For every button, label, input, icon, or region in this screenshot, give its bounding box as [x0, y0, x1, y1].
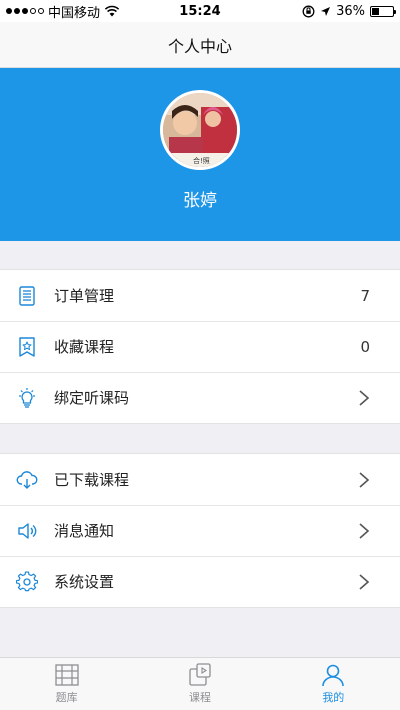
battery-percent: 36% [336, 3, 365, 19]
person-icon [319, 663, 347, 687]
signal-strength-icon [6, 8, 44, 14]
downloaded-courses-label: 已下载课程 [54, 471, 130, 489]
favorite-courses-label: 收藏课程 [54, 338, 115, 356]
chevron-right-icon [359, 389, 370, 406]
bind-course-code-label: 绑定听课码 [54, 389, 130, 407]
tab-label: 我的 [322, 691, 345, 704]
tab-label: 题库 [55, 691, 78, 704]
page-title: 个人中心 [167, 36, 232, 56]
order-management-label: 订单管理 [54, 287, 115, 305]
status-bar: 中国移动 15:24 36% [0, 0, 400, 22]
avatar-image: 合!照 [163, 93, 237, 167]
battery-icon [370, 5, 396, 17]
location-arrow-icon [321, 6, 331, 16]
favorite-count: 0 [360, 337, 370, 356]
tab-question-bank[interactable]: 题库 [0, 658, 133, 710]
tab-courses[interactable]: 课程 [133, 658, 266, 710]
question-bank-icon [53, 663, 81, 687]
favorite-bookmark-icon [16, 336, 38, 358]
menu-group-settings: 已下载课程 消息通知 系统设置 [0, 453, 400, 608]
avatar-photo: 合!照 [163, 93, 237, 167]
course-icon [186, 663, 214, 687]
carrier-label: 中国移动 [48, 5, 101, 21]
tab-label: 课程 [188, 691, 211, 704]
tab-bar: 题库 课程 我的 [0, 657, 400, 710]
avatar-caption: 合!照 [193, 156, 210, 165]
favorite-courses-row[interactable]: 收藏课程 0 [0, 321, 400, 372]
rotation-lock-icon [302, 5, 315, 17]
speaker-icon [16, 520, 38, 542]
chevron-right-icon [359, 522, 370, 539]
order-management-row[interactable]: 订单管理 7 [0, 270, 400, 321]
system-settings-label: 系统设置 [54, 573, 115, 591]
navigation-bar: 个人中心 [0, 22, 400, 68]
menu-group-account: 订单管理 7 收藏课程 0 绑定听课码 [0, 269, 400, 424]
status-right: 36% [302, 3, 396, 19]
notifications-label: 消息通知 [54, 522, 115, 540]
downloaded-courses-row[interactable]: 已下载课程 [0, 454, 400, 505]
avatar[interactable]: 合!照 [160, 90, 240, 170]
notifications-row[interactable]: 消息通知 [0, 505, 400, 556]
system-settings-row[interactable]: 系统设置 [0, 556, 400, 607]
user-name: 张婷 [183, 191, 217, 211]
order-list-icon [16, 285, 38, 307]
tab-mine[interactable]: 我的 [267, 658, 400, 710]
chevron-right-icon [359, 471, 370, 488]
wifi-icon [104, 5, 120, 17]
gear-icon [16, 571, 38, 593]
lightbulb-icon [16, 387, 38, 409]
cloud-download-icon [16, 469, 38, 491]
bind-course-code-row[interactable]: 绑定听课码 [0, 372, 400, 423]
status-left: 中国移动 [6, 2, 120, 21]
chevron-right-icon [359, 573, 370, 590]
order-count: 7 [360, 286, 370, 305]
profile-header: 合!照 张婷 [0, 68, 400, 241]
